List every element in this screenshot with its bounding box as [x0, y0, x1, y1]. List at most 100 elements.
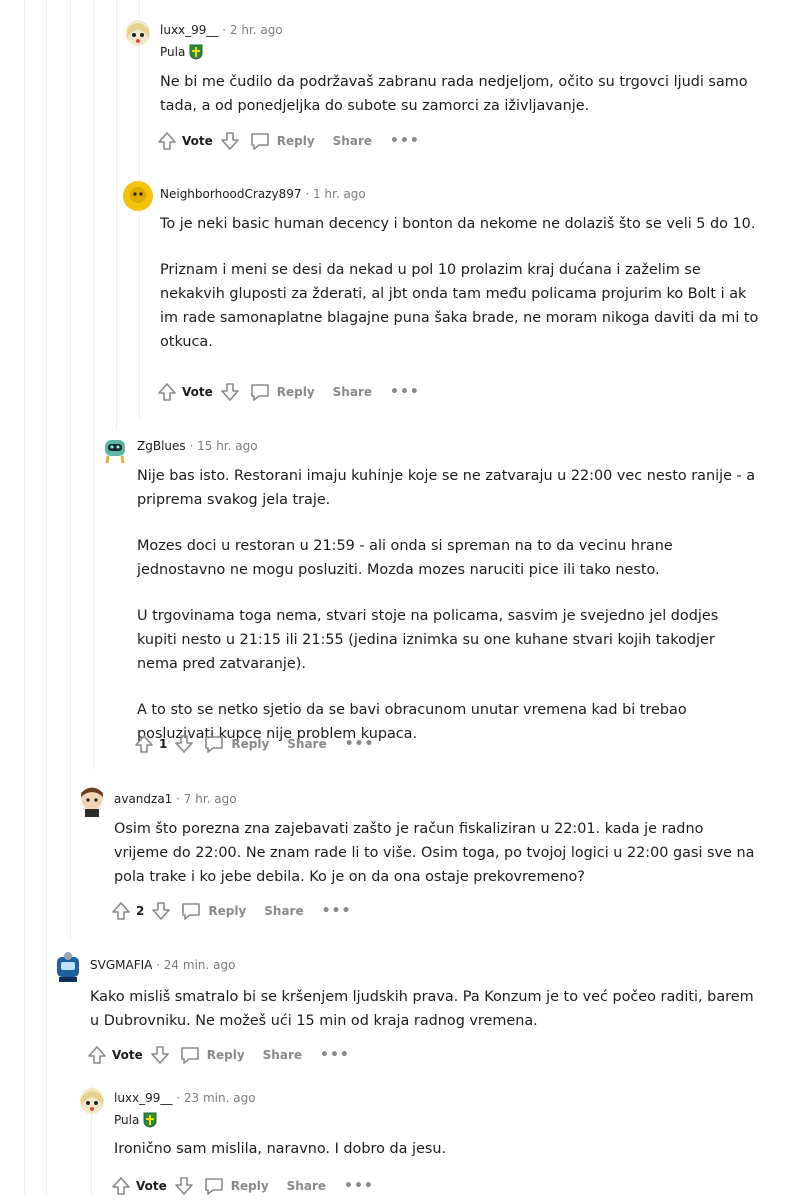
username[interactable]: luxx_99__: [160, 23, 218, 37]
comment-actions: Vote Reply Share •••: [156, 128, 430, 154]
more-options-button[interactable]: •••: [390, 133, 420, 149]
avatar[interactable]: [52, 951, 84, 983]
reply-label: Reply: [276, 385, 315, 399]
comment-paragraph: To je neki basic human decency i bonton …: [160, 216, 756, 232]
thread-line[interactable]: [116, 0, 117, 430]
reply-button[interactable]: Reply: [203, 733, 269, 755]
comment-meta: luxx_99__ · 2 hr. ago Pula: [126, 16, 800, 60]
timestamp[interactable]: · 2 hr. ago: [222, 23, 282, 37]
timestamp[interactable]: · 23 min. ago: [176, 1091, 255, 1105]
reply-button[interactable]: Reply: [249, 130, 315, 152]
more-options-button[interactable]: •••: [345, 736, 375, 752]
comment-paragraph: Priznam i meni se desi da nekad u pol 10…: [160, 262, 759, 350]
thread-line[interactable]: [24, 0, 25, 1195]
more-options-button[interactable]: •••: [390, 384, 420, 400]
thread-line[interactable]: [93, 0, 94, 770]
share-button[interactable]: Share: [287, 1179, 326, 1193]
username[interactable]: luxx_99__: [114, 1091, 172, 1105]
upvote-icon[interactable]: [156, 130, 178, 152]
more-icon: •••: [390, 384, 420, 400]
upvote-icon[interactable]: [110, 1175, 132, 1197]
user-flair: Pula: [160, 44, 203, 60]
comment: ZgBlues · 15 hr. ago Nije bas isto. Rest…: [105, 432, 800, 762]
upvote-icon[interactable]: [156, 381, 178, 403]
downvote-icon[interactable]: [150, 900, 172, 922]
comment-author[interactable]: SVGMAFIA · 24 min. ago: [90, 958, 235, 972]
more-icon: •••: [344, 736, 375, 752]
comment-author[interactable]: ZgBlues · 15 hr. ago: [137, 439, 258, 453]
reply-button[interactable]: Reply: [249, 381, 315, 403]
comment-actions: Vote Reply Share •••: [86, 1042, 360, 1068]
user-flair: Pula: [114, 1112, 157, 1128]
reply-label: Reply: [230, 1179, 269, 1193]
comment: SVGMAFIA · 24 min. ago Kako misliš smatr…: [57, 951, 800, 1076]
share-button[interactable]: Share: [333, 134, 372, 148]
username[interactable]: NeighborhoodCrazy897: [160, 187, 301, 201]
timestamp[interactable]: · 1 hr. ago: [305, 187, 365, 201]
reply-button[interactable]: Reply: [203, 1175, 269, 1197]
comment-paragraph: U trgovinama toga nema, stvari stoje na …: [137, 608, 719, 672]
upvote-icon[interactable]: [133, 733, 155, 755]
timestamp[interactable]: · 24 min. ago: [156, 958, 235, 972]
share-label: Share: [286, 1179, 326, 1193]
downvote-icon[interactable]: [173, 1175, 195, 1197]
more-options-button[interactable]: •••: [322, 903, 352, 919]
avatar[interactable]: [76, 785, 108, 817]
timestamp[interactable]: · 15 hr. ago: [189, 439, 257, 453]
comment: avandza1 · 7 hr. ago Osim što porezna zn…: [81, 785, 800, 935]
more-icon: •••: [320, 1047, 350, 1063]
comment-body: Nije bas isto. Restorani imaju kuhinje k…: [137, 464, 760, 768]
downvote-icon[interactable]: [149, 1044, 171, 1066]
share-label: Share: [264, 904, 304, 918]
more-icon: •••: [390, 133, 420, 149]
comment-bubble-icon: [204, 1178, 223, 1195]
reply-label: Reply: [276, 134, 315, 148]
reply-label: Reply: [206, 1048, 245, 1062]
comment-bubble-icon: [182, 903, 201, 920]
reply-label: Reply: [231, 737, 270, 751]
timestamp[interactable]: · 7 hr. ago: [176, 792, 236, 806]
username[interactable]: avandza1: [114, 792, 172, 806]
comment-author[interactable]: luxx_99__ · 2 hr. ago: [160, 23, 283, 37]
flair-text: Pula: [160, 45, 186, 59]
share-button[interactable]: Share: [263, 1048, 302, 1062]
username[interactable]: ZgBlues: [137, 439, 186, 453]
share-button[interactable]: Share: [287, 737, 326, 751]
comment-paragraph: Nije bas isto. Restorani imaju kuhinje k…: [137, 468, 756, 508]
downvote-icon[interactable]: [219, 130, 241, 152]
more-icon: •••: [321, 903, 352, 919]
upvote-icon[interactable]: [86, 1044, 108, 1066]
share-button[interactable]: Share: [264, 904, 303, 918]
downvote-icon[interactable]: [173, 733, 195, 755]
comment-author[interactable]: luxx_99__ · 23 min. ago: [114, 1091, 256, 1105]
vote-score: Vote: [136, 1179, 167, 1193]
more-options-button[interactable]: •••: [320, 1047, 350, 1063]
reply-button[interactable]: Reply: [180, 900, 246, 922]
comment-meta: luxx_99__ · 23 min. ago Pula: [80, 1084, 800, 1128]
reply-button[interactable]: Reply: [179, 1044, 245, 1066]
comment-body: To je neki basic human decency i bonton …: [160, 212, 760, 376]
share-label: Share: [262, 1048, 302, 1062]
comment-author[interactable]: avandza1 · 7 hr. ago: [114, 792, 237, 806]
comment-author[interactable]: NeighborhoodCrazy897 · 1 hr. ago: [160, 187, 366, 201]
vote-score: Vote: [182, 134, 213, 148]
avatar[interactable]: [76, 1084, 108, 1116]
more-options-button[interactable]: •••: [344, 1178, 374, 1194]
username[interactable]: SVGMAFIA: [90, 958, 152, 972]
share-button[interactable]: Share: [333, 385, 372, 399]
comment-actions: 1 Reply Share •••: [133, 731, 384, 757]
shield-icon: [189, 44, 203, 60]
vote-score: Vote: [182, 385, 213, 399]
thread-line[interactable]: [46, 0, 47, 1195]
comment-body: Osim što porezna zna zajebavati zašto je…: [114, 817, 760, 911]
comment-paragraph: Ironično sam mislila, naravno. I dobro d…: [114, 1141, 447, 1157]
upvote-icon[interactable]: [110, 900, 132, 922]
avatar[interactable]: [122, 16, 154, 48]
avatar[interactable]: [122, 180, 154, 212]
downvote-icon[interactable]: [219, 381, 241, 403]
comment-paragraph: Ne bi me čudilo da podržavaš zabranu rad…: [160, 74, 748, 114]
thread-line[interactable]: [70, 0, 71, 940]
comment-paragraph: Kako misliš smatralo bi se kršenjem ljud…: [90, 989, 754, 1029]
comment-actions: Vote Reply Share •••: [156, 379, 430, 405]
avatar[interactable]: [99, 432, 131, 464]
